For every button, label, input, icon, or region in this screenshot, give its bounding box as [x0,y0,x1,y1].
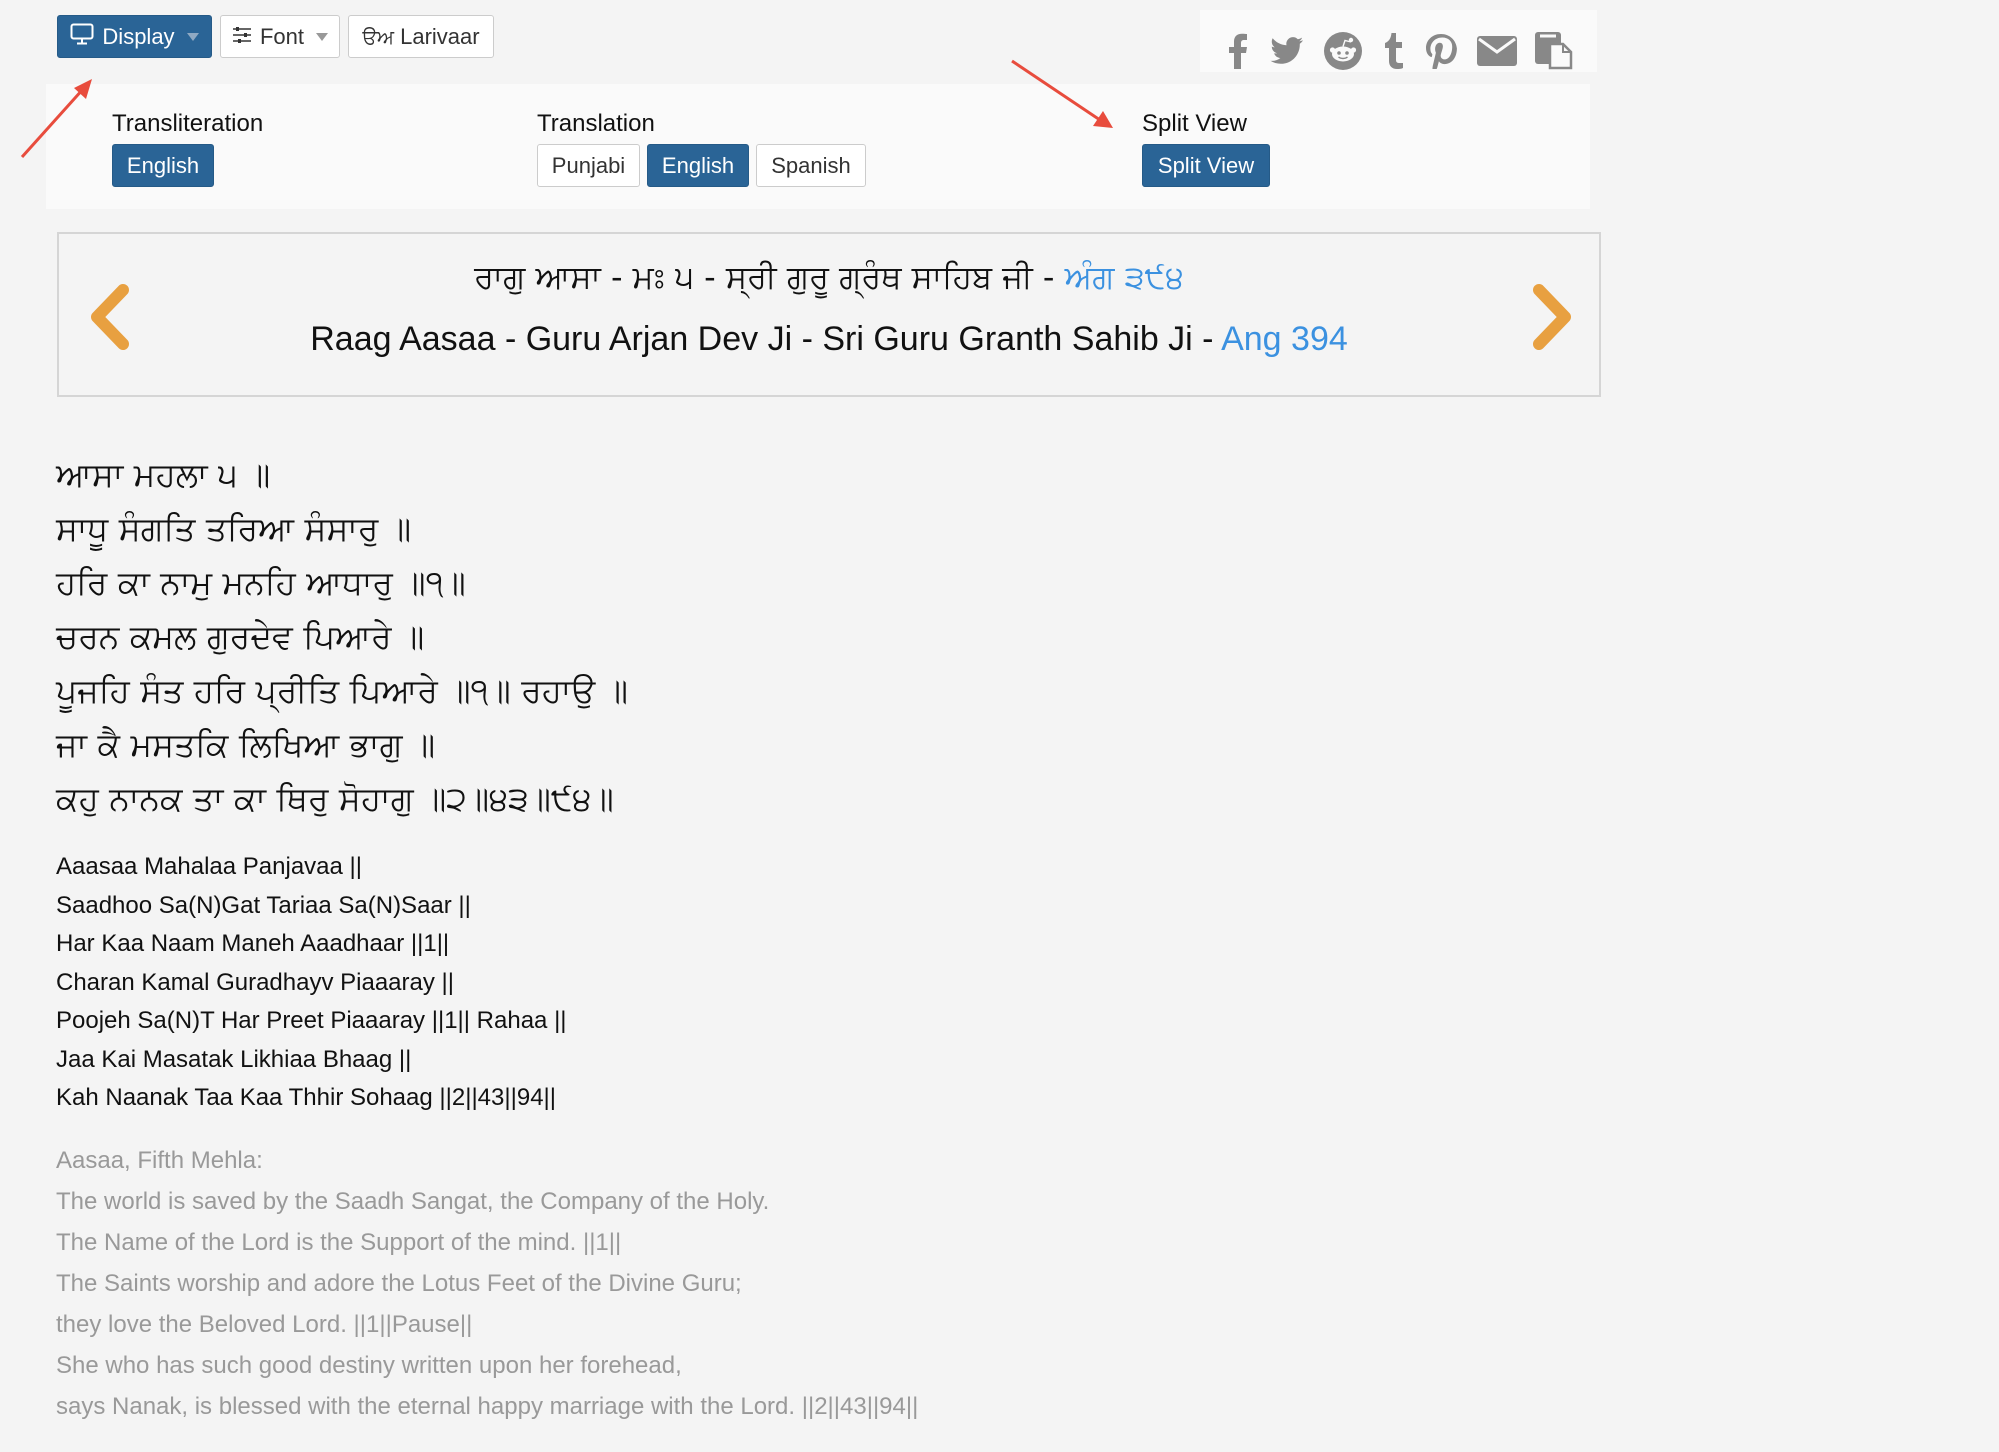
gurmukhi-title-text: ਰਾਗੁ ਆਸਾ - ਮਃ ੫ - ਸ੍ਰੀ ਗੁਰੂ ਗ੍ਰੰਥ ਸਾਹਿਬ … [474,258,1065,296]
translation-label: Translation [537,110,655,137]
split-view-button[interactable]: Split View [1142,144,1270,187]
reddit-icon[interactable] [1321,28,1365,74]
gurmukhi-letters-icon: ੳਅ [362,24,395,49]
transliteration-line: Poojeh Sa(N)T Har Preet Piaaaray ||1|| R… [56,1007,567,1034]
facebook-icon[interactable] [1216,28,1260,74]
translation-line: The Name of the Lord is the Support of t… [56,1229,622,1256]
shabad-header: ਰਾਗੁ ਆਸਾ - ਮਃ ੫ - ਸ੍ਰੀ ਗੁਰੂ ਗ੍ਰੰਥ ਸਾਹਿਬ … [57,232,1601,397]
gurbani-line: ਚਰਨ ਕਮਲ ਗੁਰਦੇਵ ਪਿਆਰੇ ॥ [56,617,425,656]
gurbani-line: ਆਸਾ ਮਹਲਾ ੫ ॥ [56,455,271,494]
gurbani-line: ਸਾਧੂ ਸੰਗਤਿ ਤਰਿਆ ਸੰਸਾਰੁ ॥ [56,509,412,548]
english-title-text: Raag Aasaa - Guru Arjan Dev Ji - Sri Gur… [310,320,1222,358]
transliteration-english-button[interactable]: English [112,144,214,187]
translation-line: She who has such good destiny written up… [56,1352,682,1379]
larivaar-label: Larivaar [400,23,480,49]
transliteration-line: Aaasaa Mahalaa Panjavaa || [56,853,363,880]
english-ang-link[interactable]: Ang 394 [1221,320,1348,358]
gurbani-line: ਜਾ ਕੈ ਮਸਤਕਿ ਲਿਖਿਆ ਭਾਗੁ ॥ [56,725,436,764]
transliteration-line: Charan Kamal Guradhayv Piaaaray || [56,968,455,996]
split-view-label: Split View [1142,110,1247,137]
translation-lines: Aasaa, Fifth Mehla: The world is saved b… [56,1140,918,1427]
caret-down-icon [186,32,199,41]
english-title: Raag Aasaa - Guru Arjan Dev Ji - Sri Gur… [59,320,1599,359]
transliteration-label: Transliteration [112,110,264,137]
display-button[interactable]: Display [57,15,212,58]
email-icon[interactable] [1475,28,1519,74]
translation-line: The Saints worship and adore the Lotus F… [56,1270,742,1297]
larivaar-button[interactable]: ੳਅ Larivaar [348,15,494,58]
gurbani-line: ਪੂਜਹਿ ਸੰਤ ਹਰਿ ਪ੍ਰੀਤਿ ਪਿਆਰੇ ॥੧॥ ਰਹਾਉ ॥ [56,671,628,710]
translation-line: says Nanak, is blessed with the eternal … [56,1393,919,1420]
gurbani-lines: ਆਸਾ ਮਹਲਾ ੫ ॥ ਸਾਧੂ ਸੰਗਤਿ ਤਰਿਆ ਸੰਸਾਰੁ ॥ ਹਰ… [56,448,628,826]
copy-icon[interactable] [1532,28,1576,74]
twitter-icon[interactable] [1265,28,1309,74]
sliders-icon [232,24,252,50]
translation-punjabi-button[interactable]: Punjabi [537,144,640,187]
pinterest-icon[interactable] [1419,28,1463,74]
tumblr-icon[interactable] [1372,28,1416,74]
gurbani-line: ਕਹੁ ਨਾਨਕ ਤਾ ਕਾ ਥਿਰੁ ਸੋਹਾਗੁ ॥੨॥੪੩॥੯੪॥ [56,779,614,818]
font-label: Font [259,23,305,49]
font-button[interactable]: Font [220,15,340,58]
transliteration-line: Jaa Kai Masatak Likhiaa Bhaag || [56,1045,412,1073]
chevron-right-icon [1533,284,1571,350]
caret-down-icon [316,32,329,41]
gurmukhi-title: ਰਾਗੁ ਆਸਾ - ਮਃ ੫ - ਸ੍ਰੀ ਗੁਰੂ ਗ੍ਰੰਥ ਸਾਹਿਬ … [59,258,1599,297]
gurmukhi-ang-link[interactable]: ਅੰਗ ੩੯੪ [1065,258,1184,296]
transliteration-lines: Aaasaa Mahalaa Panjavaa || Saadhoo Sa(N)… [56,848,567,1118]
next-ang-button[interactable] [1521,282,1581,352]
translation-line: The world is saved by the Saadh Sangat, … [56,1188,770,1215]
gurbani-line: ਹਰਿ ਕਾ ਨਾਮੁ ਮਨਹਿ ਆਧਾਰੁ ॥੧॥ [56,563,466,602]
translation-spanish-button[interactable]: Spanish [756,144,866,187]
transliteration-line: Har Kaa Naam Maneh Aaadhaar ||1|| [56,930,450,957]
translation-line: they love the Beloved Lord. ||1||Pause|| [56,1311,473,1338]
monitor-icon [70,23,94,51]
translation-line: Aasaa, Fifth Mehla: [56,1147,263,1174]
display-label: Display [102,23,175,49]
social-share-panel [1200,10,1597,72]
translation-english-button[interactable]: English [647,144,749,187]
transliteration-line: Saadhoo Sa(N)Gat Tariaa Sa(N)Saar || [56,891,471,919]
transliteration-line: Kah Naanak Taa Kaa Thhir Sohaag ||2||43|… [56,1084,557,1111]
